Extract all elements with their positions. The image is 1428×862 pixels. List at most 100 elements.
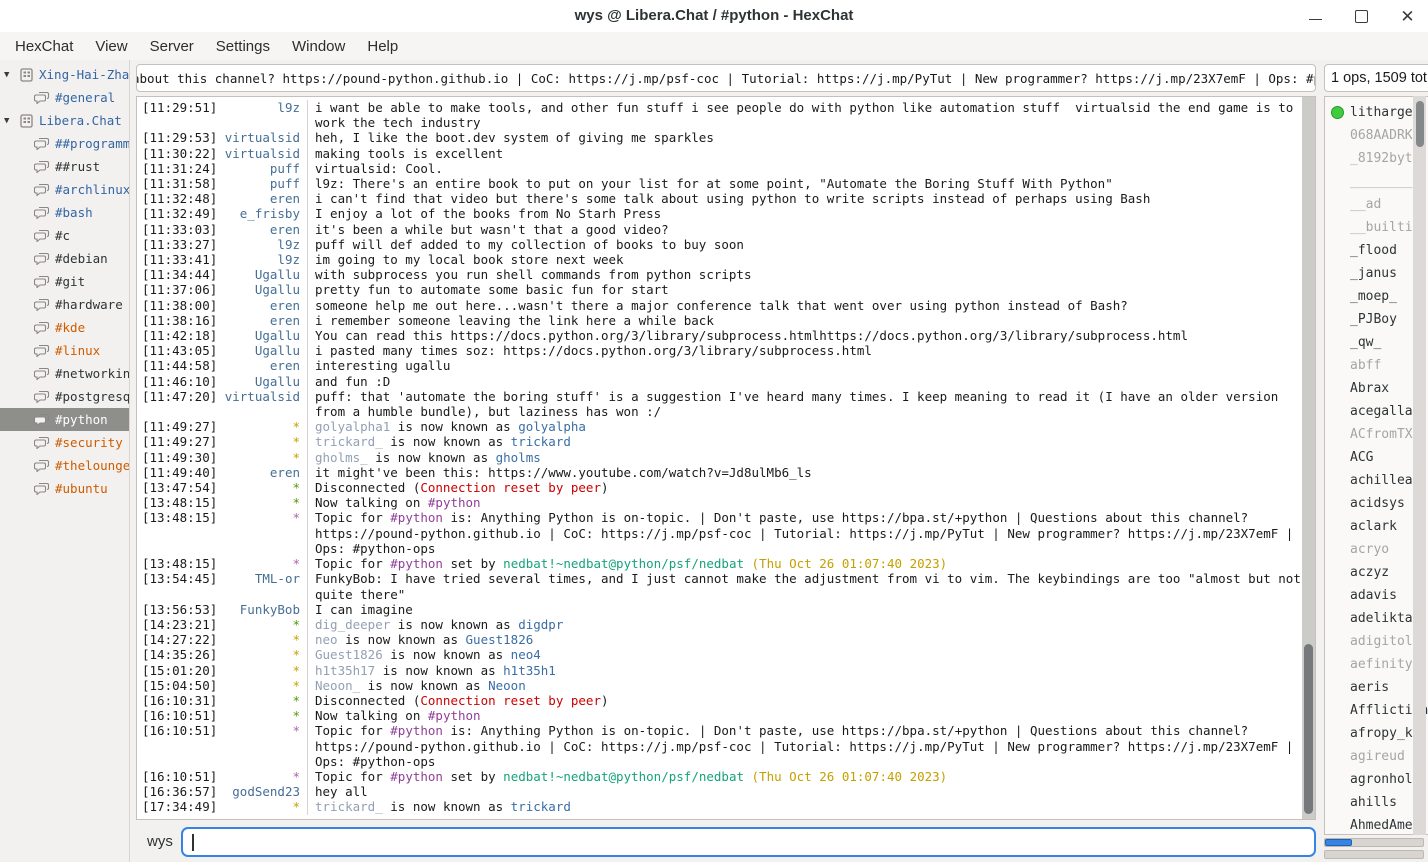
user-nick: aclark	[1350, 519, 1397, 534]
chat-scrollbar-thumb[interactable]	[1304, 644, 1313, 814]
menu-server[interactable]: Server	[139, 38, 205, 55]
maximize-button[interactable]	[1353, 8, 1370, 25]
message-timestamp: [11:29:51]	[137, 100, 219, 115]
message-nick[interactable]: Ugallu	[219, 374, 307, 389]
message-nick[interactable]: eren	[219, 313, 307, 328]
message-text: FunkyBob: I have tried several times, an…	[307, 571, 1301, 601]
message-nick[interactable]: eren	[219, 465, 307, 480]
channel-row-postgresql[interactable]: #postgresql	[0, 385, 129, 408]
maximize-icon	[1355, 10, 1368, 23]
message-nick[interactable]: puff	[219, 176, 307, 191]
message-nick[interactable]: Ugallu	[219, 328, 307, 343]
chat-message-row: [16:10:51]*Now talking on #python	[137, 708, 1301, 723]
userlist-scrollbar[interactable]	[1413, 96, 1426, 835]
message-nick[interactable]: virtualsid	[219, 130, 307, 145]
message-nick[interactable]: l9z	[219, 252, 307, 267]
minimize-button[interactable]	[1307, 8, 1324, 25]
message-nick[interactable]: eren	[219, 222, 307, 237]
message-timestamp: [11:34:44]	[137, 267, 219, 282]
menu-help[interactable]: Help	[356, 38, 409, 55]
message-input[interactable]	[181, 827, 1316, 857]
channel-row-archlinux[interactable]: #archlinux	[0, 178, 129, 201]
menu-view[interactable]: View	[84, 38, 138, 55]
channel-row-general[interactable]: #general	[0, 86, 129, 109]
chat-message-row: [11:34:44]Ugalluwith subprocess you run …	[137, 267, 1301, 282]
menu-window[interactable]: Window	[281, 38, 356, 55]
channel-icon	[34, 160, 50, 173]
titlebar[interactable]: wys @ Libera.Chat / #python - HexChat ✕	[0, 0, 1428, 32]
message-text: Now talking on #python	[307, 708, 1301, 723]
channel-row-bash[interactable]: #bash	[0, 201, 129, 224]
chat-message-row: [11:29:51]l9zi want be able to make tool…	[137, 100, 1301, 130]
channel-name: #c	[55, 228, 70, 243]
channel-row-python[interactable]: #python	[0, 408, 129, 431]
channel-row-hardware[interactable]: #hardware	[0, 293, 129, 316]
expander-icon[interactable]: ▼	[4, 116, 19, 126]
message-nick[interactable]: l9z	[219, 100, 307, 115]
user-nick: aefinity	[1350, 657, 1413, 672]
chat-scrollbar[interactable]	[1302, 97, 1315, 819]
message-nick[interactable]: Ugallu	[219, 343, 307, 358]
message-timestamp: [16:10:51]	[137, 723, 219, 738]
chat-message-row: [13:48:15]*Topic for #python set by nedb…	[137, 556, 1301, 571]
message-timestamp: [11:49:27]	[137, 434, 219, 449]
message-nick[interactable]: eren	[219, 191, 307, 206]
channel-icon	[34, 482, 50, 495]
channel-name: #security	[55, 435, 123, 450]
message-text: puff will def added to my collection of …	[307, 237, 1301, 252]
channel-row-c[interactable]: #c	[0, 224, 129, 247]
userlist-scrollbar-thumb[interactable]	[1416, 101, 1424, 147]
message-nick[interactable]: eren	[219, 358, 307, 373]
channel-row-thelounge[interactable]: #thelounge	[0, 454, 129, 477]
chat-message-row: [11:38:16]ereni remember someone leaving…	[137, 313, 1301, 328]
channel-row-linux[interactable]: #linux	[0, 339, 129, 362]
message-nick[interactable]: Ugallu	[219, 267, 307, 282]
channel-name: #linux	[55, 343, 100, 358]
user-nick: aczyz	[1350, 565, 1389, 580]
chat-message-row: [11:31:58]puffl9z: There's an entire boo…	[137, 176, 1301, 191]
message-text: golyalpha1 is now known as golyalpha	[307, 419, 1301, 434]
message-nick[interactable]: Ugallu	[219, 282, 307, 297]
channel-row-networking[interactable]: #networking	[0, 362, 129, 385]
channel-row-git[interactable]: #git	[0, 270, 129, 293]
message-nick[interactable]: TML-or	[219, 571, 307, 586]
server-message-star: *	[219, 663, 307, 678]
chat-message-row: [11:49:30]*gholms_ is now known as gholm…	[137, 450, 1301, 465]
user-nick: _qw_	[1350, 335, 1381, 350]
message-nick[interactable]: eren	[219, 298, 307, 313]
channel-name: #archlinux	[55, 182, 129, 197]
message-nick[interactable]: godSend23	[219, 784, 307, 799]
message-text: I can imagine	[307, 602, 1301, 617]
channel-row-ubuntu[interactable]: #ubuntu	[0, 477, 129, 500]
message-nick[interactable]: l9z	[219, 237, 307, 252]
message-nick[interactable]: FunkyBob	[219, 602, 307, 617]
close-button[interactable]: ✕	[1399, 8, 1416, 25]
chat-message-row: [13:48:15]*Topic for #python is: Anythin…	[137, 510, 1301, 556]
message-nick[interactable]: virtualsid	[219, 146, 307, 161]
user-nick: aeris	[1350, 680, 1389, 695]
topic-bar[interactable]: about this channel? https://pound-python…	[136, 64, 1316, 92]
message-nick[interactable]: puff	[219, 161, 307, 176]
op-badge-icon	[1331, 106, 1344, 119]
menu-hexchat[interactable]: HexChat	[4, 38, 84, 55]
message-timestamp: [11:46:10]	[137, 374, 219, 389]
expander-icon[interactable]: ▼	[4, 70, 19, 80]
channel-row-debian[interactable]: #debian	[0, 247, 129, 270]
channel-row-kde[interactable]: #kde	[0, 316, 129, 339]
message-timestamp: [11:33:27]	[137, 237, 219, 252]
message-nick[interactable]: e_frisby	[219, 206, 307, 221]
message-timestamp: [11:49:30]	[137, 450, 219, 465]
network-row-xing-hai-zhang[interactable]: ▼ Xing-Hai-Zhang	[0, 63, 129, 86]
channel-row-rust[interactable]: ##rust	[0, 155, 129, 178]
channel-row-security[interactable]: #security	[0, 431, 129, 454]
menu-settings[interactable]: Settings	[205, 38, 281, 55]
message-timestamp: [11:44:58]	[137, 358, 219, 373]
network-row-libera-chat[interactable]: ▼Libera.Chat	[0, 109, 129, 132]
channel-icon	[34, 459, 50, 472]
userlist-count-tab[interactable]: 1 ops, 1509 tot	[1324, 64, 1428, 92]
user-nick: AhmedAmer	[1350, 818, 1420, 833]
chat-message-row: [11:49:27]*trickard_ is now known as tri…	[137, 434, 1301, 449]
network-name: Xing-Hai-Zhang	[39, 67, 129, 82]
message-nick[interactable]: virtualsid	[219, 389, 307, 404]
channel-row-programming[interactable]: ##programming	[0, 132, 129, 155]
